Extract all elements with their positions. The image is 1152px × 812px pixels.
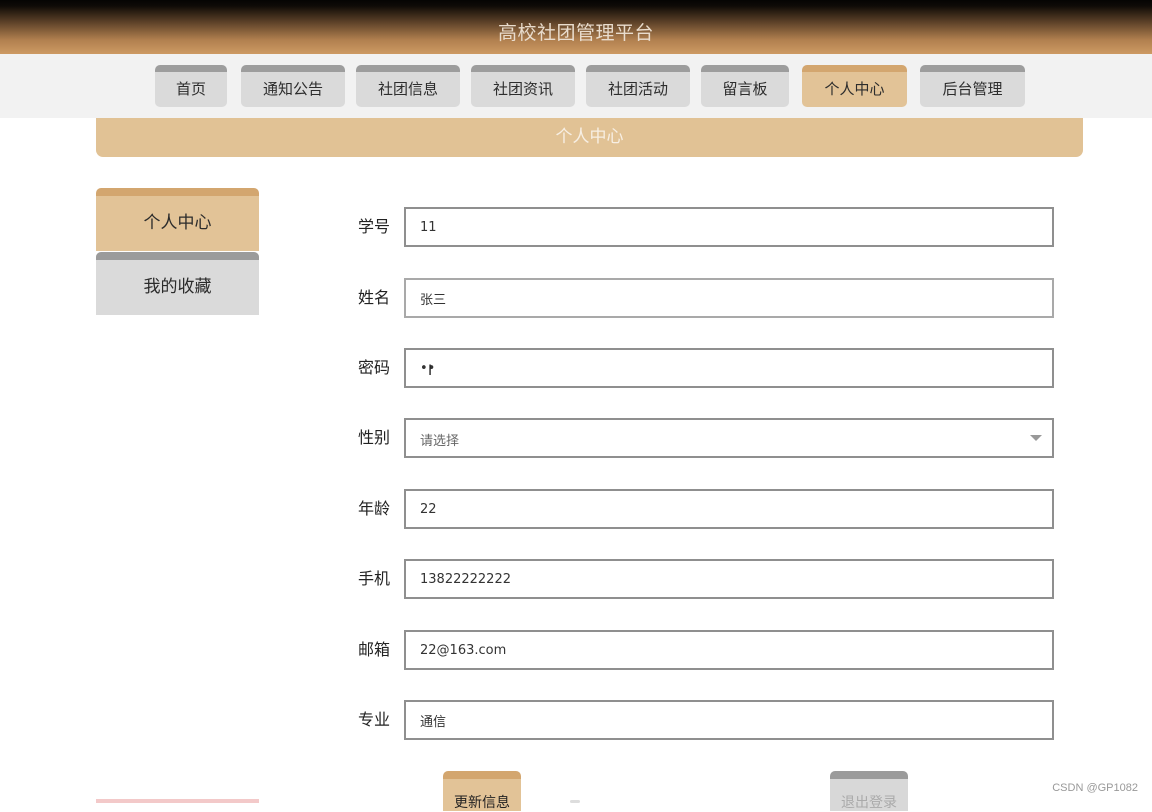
age-label: 年龄 (358, 499, 391, 518)
nav-admin[interactable]: 后台管理 (920, 65, 1025, 107)
logout-button[interactable]: 退出登录 (830, 771, 908, 811)
age-field-wrap (404, 489, 1054, 529)
phone-input[interactable] (406, 561, 1052, 597)
phone-field-wrap (404, 559, 1054, 599)
site-title: 高校社团管理平台 (497, 22, 654, 44)
age-input[interactable] (406, 491, 1052, 527)
major-field-wrap (404, 700, 1054, 740)
student-id-input[interactable] (406, 209, 1052, 245)
email-input[interactable] (406, 632, 1052, 668)
page-banner: 个人中心 (96, 118, 1083, 157)
nav-message-board[interactable]: 留言板 (701, 65, 789, 107)
student-id-label: 学号 (358, 217, 391, 236)
gender-label: 性别 (358, 428, 391, 447)
watermark: CSDN @GP1082 (1052, 782, 1138, 794)
phone-label: 手机 (358, 569, 391, 588)
gender-select-placeholder: 请选择 (420, 434, 460, 449)
logout-label: 退出登录 (841, 795, 897, 811)
nav-home[interactable]: 首页 (155, 65, 227, 107)
site-header: 高校社团管理平台 (0, 0, 1152, 54)
student-id-field-wrap (404, 207, 1054, 247)
password-label: 密码 (358, 358, 391, 377)
sidebar-next-item-edge (96, 799, 259, 803)
password-field-wrap: I (404, 348, 1054, 388)
gender-select[interactable]: 请选择 (404, 418, 1054, 458)
major-label: 专业 (358, 710, 391, 729)
page-title: 个人中心 (555, 127, 624, 147)
name-field-wrap (404, 278, 1054, 318)
nav-club-activities[interactable]: 社团活动 (586, 65, 690, 107)
nav-club-news[interactable]: 社团资讯 (471, 65, 575, 107)
major-input[interactable] (406, 702, 1052, 738)
sidebar-item-favorites[interactable]: 我的收藏 (96, 252, 259, 315)
update-info-label: 更新信息 (454, 795, 510, 811)
name-label: 姓名 (358, 288, 391, 307)
text-cursor-icon: I (428, 363, 433, 379)
sidebar-item-personal-center[interactable]: 个人中心 (96, 188, 259, 251)
password-input[interactable] (406, 350, 1052, 386)
name-input[interactable] (406, 280, 1052, 316)
email-label: 邮箱 (358, 640, 391, 659)
nav-personal-center[interactable]: 个人中心 (802, 65, 907, 107)
update-info-button[interactable]: 更新信息 (443, 771, 521, 811)
chevron-down-icon (1030, 435, 1042, 441)
main-nav: 首页 通知公告 社团信息 社团资讯 社团活动 留言板 个人中心 后台管理 (0, 54, 1152, 118)
email-field-wrap (404, 630, 1054, 670)
nav-club-info[interactable]: 社团信息 (356, 65, 460, 107)
nav-notices[interactable]: 通知公告 (241, 65, 345, 107)
